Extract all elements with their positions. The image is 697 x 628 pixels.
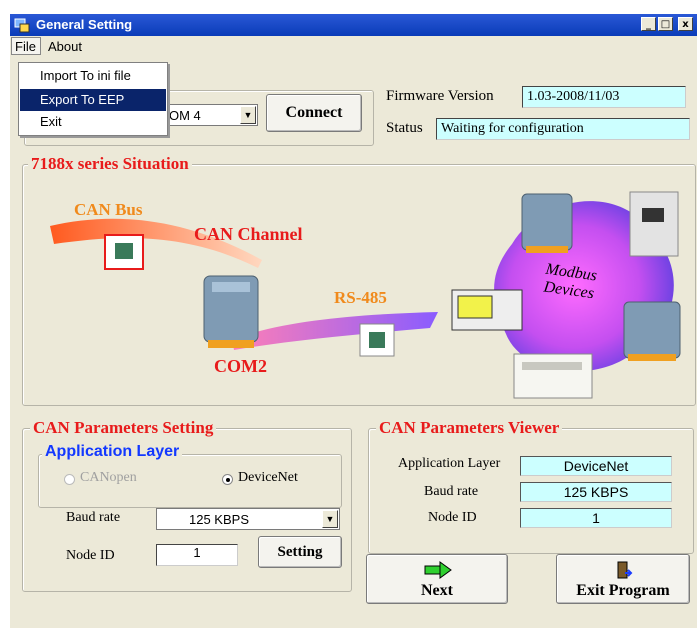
file-menu-dropdown: Import To ini file Export To EEP Exit xyxy=(18,62,168,136)
can-viewer-title: CAN Parameters Viewer xyxy=(376,418,563,438)
menu-file[interactable]: File xyxy=(15,39,36,54)
exit-door-icon xyxy=(617,561,633,579)
rs485-converter-icon xyxy=(359,323,395,357)
modbus-module-right xyxy=(623,301,681,361)
com-port-select[interactable]: OM 4 ▼ xyxy=(162,104,258,126)
viewer-node-label: Node ID xyxy=(428,510,477,525)
node-id-label: Node ID xyxy=(66,548,115,563)
setting-button[interactable]: Setting xyxy=(258,536,342,568)
com2-label: COM2 xyxy=(214,356,267,376)
baud-rate-value: 125 KBPS xyxy=(189,512,249,527)
connect-button[interactable]: Connect xyxy=(266,94,362,132)
hmi-panel xyxy=(451,289,523,331)
main-window: General Setting _ □ x File About n OM 4 … xyxy=(10,14,697,628)
rs485-label: RS-485 xyxy=(334,288,387,307)
motor-drive xyxy=(629,191,679,257)
menu-import-ini[interactable]: Import To ini file xyxy=(20,65,166,87)
next-button[interactable]: Next xyxy=(366,554,508,604)
app-layer-title: Application Layer xyxy=(42,443,183,461)
close-button[interactable]: x xyxy=(678,17,693,31)
title-bar[interactable]: General Setting _ □ x xyxy=(10,14,697,36)
menu-bar: File About xyxy=(10,36,697,56)
controller-module-main xyxy=(203,275,259,348)
canopen-radio[interactable] xyxy=(64,474,75,485)
can-channel-label: CAN Channel xyxy=(194,224,303,244)
app-icon xyxy=(14,18,30,33)
status-field: Waiting for configuration xyxy=(436,118,690,140)
can-setting-title: CAN Parameters Setting xyxy=(30,418,217,438)
com-port-value: OM 4 xyxy=(169,108,201,123)
maximize-button[interactable]: □ xyxy=(658,17,673,31)
devicenet-radio[interactable] xyxy=(222,474,233,485)
can-bus-label: CAN Bus xyxy=(74,200,143,219)
rs485-band xyxy=(232,312,438,350)
chevron-down-icon[interactable]: ▼ xyxy=(240,106,256,124)
firmware-version-field: 1.03-2008/11/03 xyxy=(522,86,686,108)
baud-rate-select[interactable]: 125 KBPS ▼ xyxy=(156,508,340,530)
canopen-label: CANopen xyxy=(80,470,137,485)
viewer-baud-value: 125 KBPS xyxy=(520,482,672,502)
baud-rate-label: Baud rate xyxy=(66,510,121,525)
status-label: Status xyxy=(386,120,423,136)
chevron-down-icon[interactable]: ▼ xyxy=(322,510,338,528)
next-label: Next xyxy=(421,582,453,599)
firmware-version-label: Firmware Version xyxy=(386,88,494,104)
minimize-button[interactable]: _ xyxy=(641,17,656,31)
node-id-input[interactable]: 1 xyxy=(156,544,238,566)
viewer-app-layer-value: DeviceNet xyxy=(520,456,672,476)
can-converter-icon xyxy=(104,234,144,270)
viewer-baud-label: Baud rate xyxy=(424,484,479,499)
window-title: General Setting xyxy=(36,17,133,32)
menu-export-eep[interactable]: Export To EEP xyxy=(20,89,166,111)
viewer-node-value: 1 xyxy=(520,508,672,528)
exit-program-button[interactable]: Exit Program xyxy=(556,554,690,604)
menu-exit[interactable]: Exit xyxy=(20,111,166,133)
arrow-right-icon xyxy=(424,561,452,579)
exit-program-label: Exit Program xyxy=(576,582,670,599)
devicenet-label: DeviceNet xyxy=(238,470,298,485)
modbus-module-left xyxy=(521,193,573,253)
menu-about[interactable]: About xyxy=(48,39,82,54)
viewer-app-layer-label: Application Layer xyxy=(398,456,501,471)
plc-unit xyxy=(513,353,593,399)
